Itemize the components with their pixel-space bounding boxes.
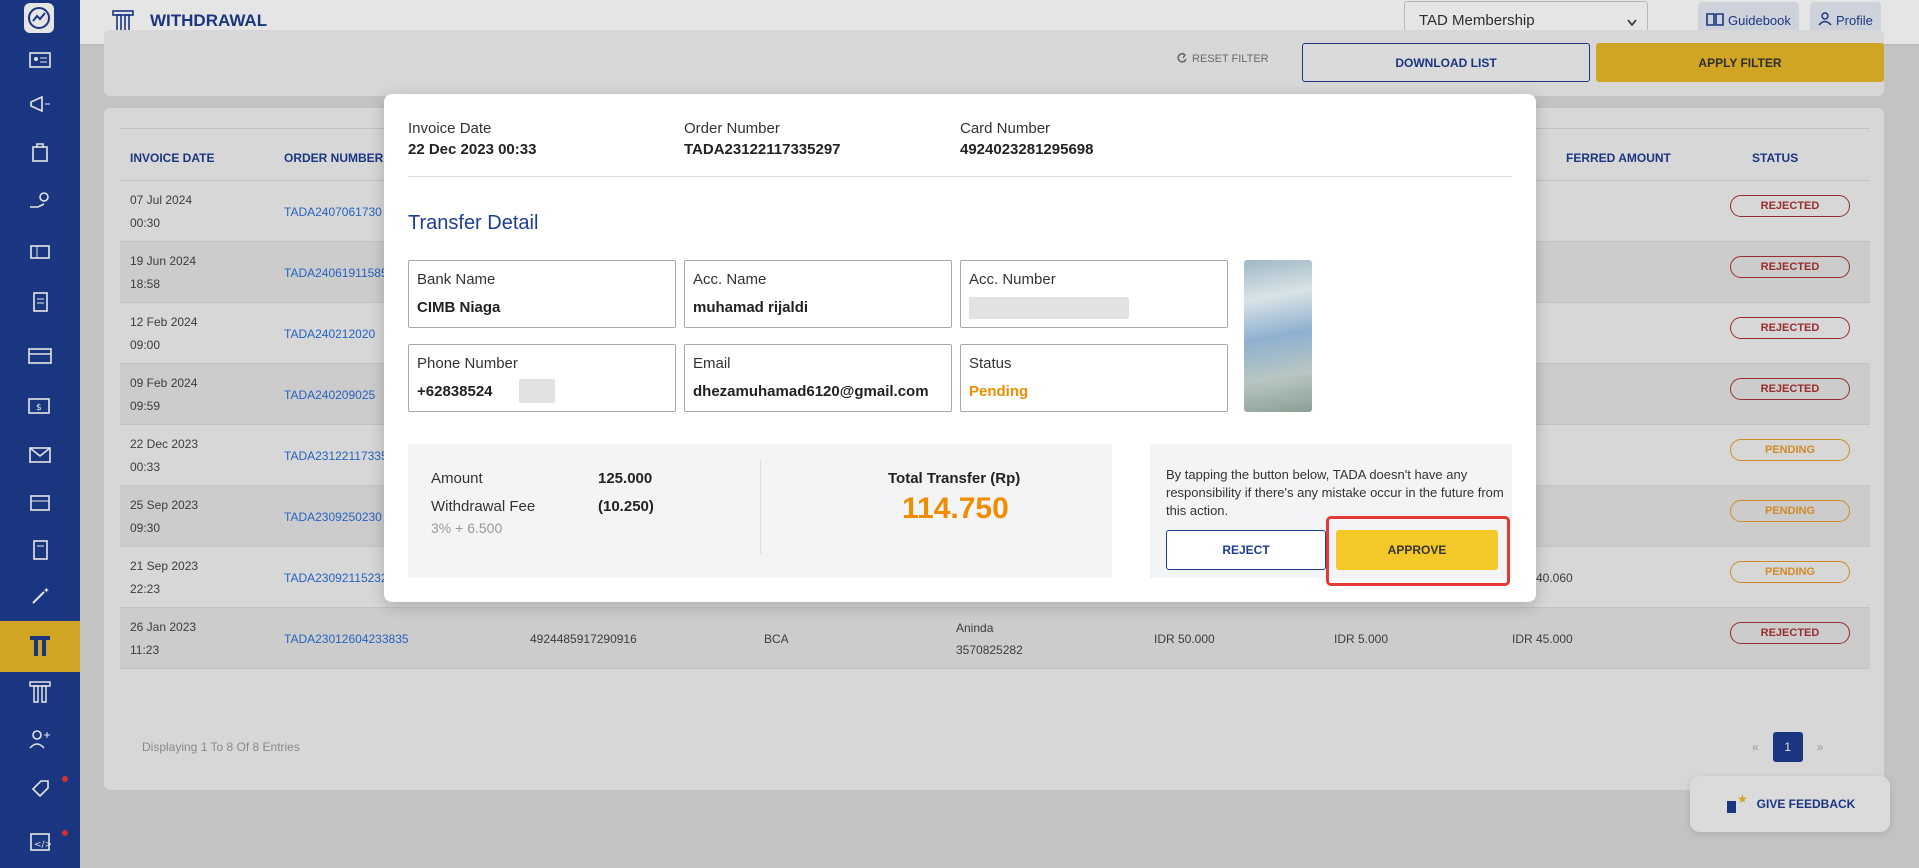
reject-button[interactable]: REJECT <box>1166 530 1326 570</box>
acc-name-field: Acc. Name muhamad rijaldi <box>684 260 952 328</box>
invoice-date-value: 22 Dec 2023 00:33 <box>408 141 537 158</box>
bank-name-field: Bank Name CIMB Niaga <box>408 260 676 328</box>
total-transfer-label: Total Transfer (Rp) <box>888 470 1021 487</box>
email-label: Email <box>693 355 731 372</box>
acc-name-label: Acc. Name <box>693 271 767 288</box>
phone-number-value: +62838524 <box>417 383 493 400</box>
total-transfer-value: 114.750 <box>902 492 1009 525</box>
status-label: Status <box>969 355 1012 372</box>
id-card-photo[interactable] <box>1244 260 1312 412</box>
transfer-detail-modal: Invoice Date 22 Dec 2023 00:33 Order Num… <box>384 94 1536 602</box>
status-field: Status Pending <box>960 344 1228 412</box>
acc-name-value: muhamad rijaldi <box>693 299 809 316</box>
acc-number-field: Acc. Number <box>960 260 1228 328</box>
withdrawal-fee-label: Withdrawal Fee <box>431 498 536 515</box>
order-number-label: Order Number <box>684 120 780 137</box>
bank-name-label: Bank Name <box>417 271 496 288</box>
withdrawal-fee-value: (10.250) <box>598 498 654 515</box>
card-number-label: Card Number <box>960 120 1051 137</box>
bank-name-value: CIMB Niaga <box>417 299 501 316</box>
phone-number-label: Phone Number <box>417 355 518 372</box>
email-field: Email dhezamuhamad6120@gmail.com <box>684 344 952 412</box>
acc-number-label: Acc. Number <box>969 271 1056 288</box>
amount-value: 125.000 <box>598 470 653 487</box>
approve-button[interactable]: APPROVE <box>1336 530 1498 570</box>
card-number-value: 4924023281295698 <box>960 141 1094 158</box>
divider <box>408 176 1512 177</box>
amount-summary: Amount 125.000 Withdrawal Fee (10.250) 3… <box>408 444 1112 578</box>
email-value: dhezamuhamad6120@gmail.com <box>693 383 929 400</box>
redacted-acc-number <box>969 297 1129 319</box>
redacted-phone-suffix <box>519 379 555 403</box>
fee-formula: 3% + 6.500 <box>431 520 503 536</box>
divider <box>760 460 761 554</box>
order-number-value: TADA23122117335297 <box>684 141 841 158</box>
invoice-date-label: Invoice Date <box>408 120 492 137</box>
amount-label: Amount <box>431 470 483 487</box>
transfer-detail-title: Transfer Detail <box>408 212 539 234</box>
disclaimer-text: By tapping the button below, TADA doesn'… <box>1166 467 1504 518</box>
action-panel: By tapping the button below, TADA doesn'… <box>1150 444 1512 586</box>
status-value: Pending <box>969 383 1029 400</box>
phone-number-field: Phone Number +62838524 <box>408 344 676 412</box>
